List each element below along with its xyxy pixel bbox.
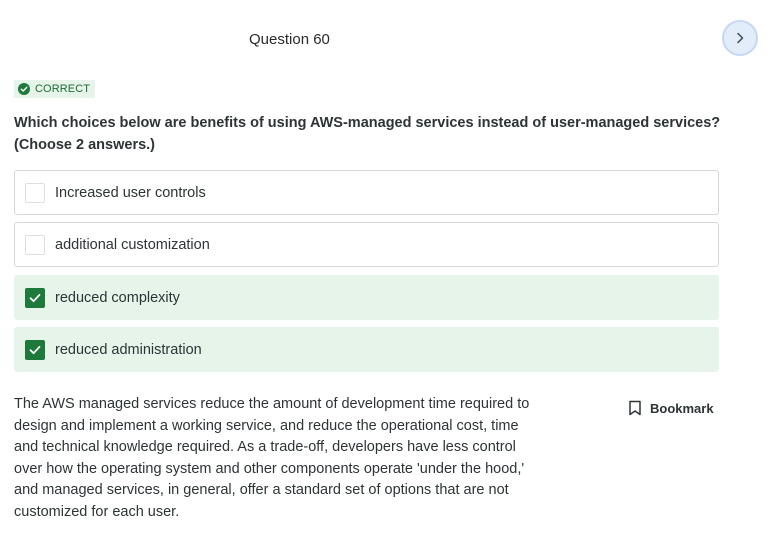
choice-label: reduced administration xyxy=(55,341,202,358)
choice-option-2[interactable]: additional customization xyxy=(14,222,719,267)
choice-label: Increased user controls xyxy=(55,184,206,201)
checkbox[interactable] xyxy=(25,234,45,255)
next-question-button[interactable] xyxy=(722,20,758,56)
choice-label: additional customization xyxy=(55,236,210,253)
status-label: CORRECT xyxy=(35,83,91,95)
checkbox-checked[interactable] xyxy=(25,339,45,360)
checkmark-icon xyxy=(29,345,41,354)
answer-explanation: The AWS managed services reduce the amou… xyxy=(14,396,530,520)
choice-label: reduced complexity xyxy=(55,289,180,306)
bookmark-button[interactable]: Bookmark xyxy=(628,400,714,416)
checkmark-icon xyxy=(29,293,41,302)
check-circle-icon xyxy=(18,83,30,95)
checkbox[interactable] xyxy=(25,182,45,203)
bookmark-icon xyxy=(628,400,642,416)
choice-option-3[interactable]: reduced complexity xyxy=(14,275,719,320)
bookmark-label: Bookmark xyxy=(650,400,714,416)
chevron-right-icon xyxy=(734,32,746,44)
choice-option-1[interactable]: Increased user controls xyxy=(14,170,719,215)
question-title: Question 60 xyxy=(249,31,330,48)
status-badge: CORRECT xyxy=(14,80,96,98)
question-prompt: Which choices below are benefits of usin… xyxy=(14,115,721,153)
checkbox-checked[interactable] xyxy=(25,287,45,308)
choice-option-4[interactable]: reduced administration xyxy=(14,327,719,372)
